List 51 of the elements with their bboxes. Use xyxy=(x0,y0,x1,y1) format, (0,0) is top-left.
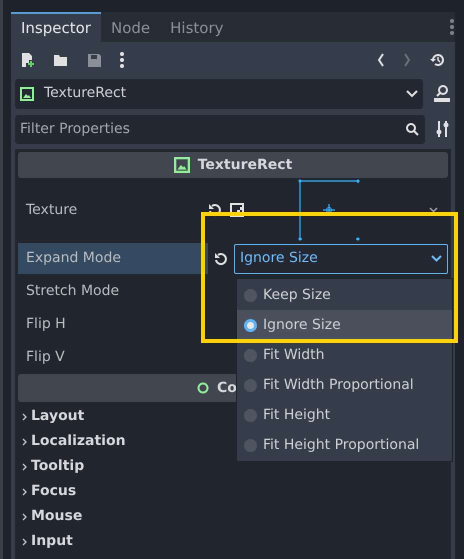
object-name: TextureRect xyxy=(44,84,128,103)
menu-item[interactable]: Fit Width xyxy=(237,340,452,370)
chevron-down-icon xyxy=(431,255,442,262)
texture-edit-icon[interactable] xyxy=(230,203,244,217)
image-icon xyxy=(174,157,190,173)
chevron-down-icon[interactable] xyxy=(429,207,438,213)
chevron-right-icon[interactable] xyxy=(22,538,27,546)
back-icon[interactable] xyxy=(377,53,385,67)
more-icon[interactable] xyxy=(120,52,124,68)
group-label[interactable]: Localization xyxy=(31,431,126,452)
group-label[interactable]: Focus xyxy=(31,481,76,502)
doc-search-icon[interactable] xyxy=(433,84,451,102)
group-label[interactable]: Input xyxy=(31,531,73,552)
dropdown-field[interactable]: Ignore Size xyxy=(234,244,448,274)
tab[interactable]: Node xyxy=(100,12,160,42)
chevron-right-icon[interactable] xyxy=(22,412,27,420)
save-icon[interactable] xyxy=(87,52,102,68)
texture-preview-drawing[interactable] xyxy=(298,179,360,241)
chevron-right-icon[interactable] xyxy=(22,462,27,470)
menu-item[interactable]: Fit Width Proportional xyxy=(237,370,452,400)
more-icon[interactable] xyxy=(450,19,454,35)
menu-item[interactable]: Ignore Size xyxy=(237,310,452,340)
chevron-down-icon xyxy=(406,90,418,98)
property-label: Stretch Mode xyxy=(26,282,120,301)
folder-icon[interactable] xyxy=(53,53,69,67)
group-label[interactable]: Mouse xyxy=(31,506,82,527)
image-icon xyxy=(20,86,34,100)
property-label: Flip H xyxy=(26,315,66,334)
reset-icon[interactable] xyxy=(214,252,228,266)
chevron-right-icon[interactable] xyxy=(22,488,27,496)
object-selector[interactable]: TextureRect xyxy=(15,78,423,108)
search-icon xyxy=(405,122,419,136)
section-title: TextureRect xyxy=(198,156,292,174)
menu-item[interactable]: Fit Height Proportional xyxy=(237,430,452,460)
chevron-right-icon[interactable] xyxy=(22,438,27,446)
circle-icon xyxy=(197,382,209,394)
history-icon[interactable] xyxy=(429,53,445,67)
filter-field[interactable]: Filter Properties xyxy=(15,114,425,144)
chevron-right-icon[interactable] xyxy=(22,512,27,520)
property-label: Expand Mode xyxy=(26,249,121,268)
tab[interactable]: Inspector xyxy=(11,12,101,42)
tools-icon[interactable] xyxy=(435,120,451,138)
group-label[interactable]: Tooltip xyxy=(31,456,84,477)
menu-item[interactable]: Keep Size xyxy=(237,280,452,310)
section-title: Co xyxy=(217,378,237,398)
new-file-icon[interactable] xyxy=(21,52,35,68)
group-label[interactable]: Layout xyxy=(31,406,84,427)
property-label: Flip V xyxy=(26,348,65,367)
property-label: Texture xyxy=(26,200,78,220)
menu-item[interactable]: Fit Height xyxy=(237,400,452,430)
tab[interactable]: History xyxy=(160,12,234,42)
